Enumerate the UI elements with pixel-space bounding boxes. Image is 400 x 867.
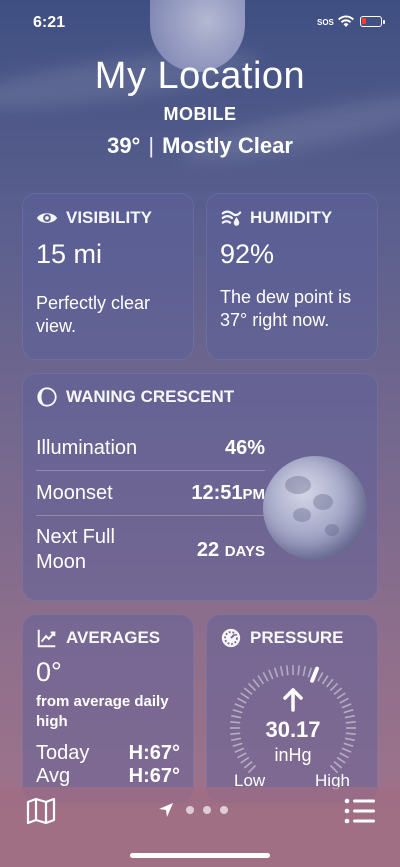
moon-row-label: Illumination (36, 436, 138, 459)
arrow-up-icon (283, 688, 303, 712)
moon-phase-title: WANING CRESCENT (66, 387, 235, 406)
gauge-tick (329, 682, 339, 692)
averages-card[interactable]: AVERAGES 0° from average daily high Toda… (22, 614, 194, 804)
pressure-card[interactable]: PRESSURE 30.17 inHg Low High (206, 614, 378, 804)
gauge-tick (307, 667, 313, 678)
gauge-tick (341, 703, 352, 709)
current-temperature: 39° (107, 133, 141, 158)
gauge-tick (339, 697, 349, 704)
averages-title-row: AVERAGES (36, 627, 180, 649)
gauge-tick (333, 687, 343, 695)
averages-row-today: Today H:67° (36, 742, 180, 765)
visibility-title: VISIBILITY (66, 208, 152, 227)
gauge-tick (317, 672, 324, 682)
moon-image (263, 456, 367, 560)
averages-title: AVERAGES (66, 628, 161, 647)
sublocation: MOBILE (163, 104, 237, 124)
gauge-tick (343, 708, 354, 714)
visibility-card[interactable]: VISIBILITY 15 mi Perfectly clear view. (22, 193, 194, 360)
humidity-card[interactable]: HUMIDITY 92% The dew point is 37° right … (206, 193, 378, 360)
gauge-tick (232, 708, 243, 714)
moon-details: Illumination 46% Moonset 12:51PM Next Fu… (36, 426, 265, 584)
pressure-unit: inHg (274, 745, 312, 765)
page-dot[interactable] (220, 806, 228, 814)
moon-phase-card[interactable]: WANING CRESCENT Illumination 46% Moonset… (22, 373, 378, 601)
home-indicator (130, 853, 270, 858)
moon-row-label: Next Full Moon (36, 526, 115, 573)
location-arrow-icon[interactable] (158, 802, 174, 818)
gauge-tick (243, 687, 253, 695)
moon-row-value: 12:51PM (191, 481, 265, 504)
moon-phase-icon (37, 387, 57, 407)
gauge-tick (234, 703, 245, 709)
map-icon[interactable] (26, 797, 56, 825)
gauge-tick (268, 669, 274, 680)
moon-row-next-full-moon: Next Full Moon 22 DAYS (36, 516, 265, 584)
moon-row-value: 22 DAYS (196, 538, 265, 561)
location-header: My Location MOBILE 39° | Mostly Clear (0, 55, 400, 159)
pressure-title: PRESSURE (250, 628, 344, 647)
humidity-value: 92% (220, 239, 275, 269)
gauge-tick (326, 678, 334, 688)
averages-row-label: Avg (36, 765, 71, 787)
humidity-title-row: HUMIDITY (220, 207, 364, 229)
humidity-description: The dew point is 37° right now. (220, 287, 352, 330)
battery-icon (360, 16, 385, 27)
wifi-icon (338, 15, 354, 27)
gauge-tick (321, 675, 329, 685)
gauge-tick (262, 672, 269, 682)
moon-row-illumination: Illumination 46% (36, 426, 265, 471)
humidity-icon (221, 210, 242, 226)
gauge-icon (221, 628, 241, 648)
current-conditions: 39° | Mostly Clear (0, 133, 400, 159)
gauge-tick (286, 665, 289, 676)
pressure-value: 30.17 (265, 717, 321, 742)
trend-chart-icon (37, 629, 56, 648)
gauge-tick (273, 667, 279, 678)
list-icon[interactable] (344, 798, 376, 824)
gauge-tick (252, 678, 260, 688)
visibility-description: Perfectly clear view. (36, 293, 151, 336)
moon-row-moonset: Moonset 12:51PM (36, 471, 265, 516)
page-dot[interactable] (186, 806, 194, 814)
page-dot[interactable] (203, 806, 211, 814)
gauge-tick (240, 692, 250, 700)
moon-row-label: Moonset (36, 481, 113, 504)
gauge-tick (302, 666, 307, 677)
gauge-tick (257, 675, 265, 685)
location-name: My Location (94, 55, 306, 97)
visibility-value: 15 mi (36, 239, 103, 269)
visibility-title-row: VISIBILITY (36, 207, 180, 229)
gauge-tick (279, 666, 284, 677)
moon-title-row: WANING CRESCENT (36, 386, 364, 408)
gauge-marker (310, 666, 319, 683)
status-bar: 6:21 SOS (0, 0, 400, 44)
page-indicator[interactable] (186, 806, 228, 814)
averages-row-value: H:67° (128, 742, 180, 764)
pressure-title-row: PRESSURE (220, 627, 364, 649)
gauge-tick (237, 697, 247, 704)
bottom-toolbar (0, 787, 400, 867)
averages-note: from average daily high (36, 693, 169, 730)
separator: | (148, 133, 155, 158)
gauge-tick (297, 665, 300, 676)
sos-label: SOS (317, 18, 334, 27)
eye-icon (36, 213, 58, 223)
current-condition: Mostly Clear (162, 133, 293, 158)
averages-row-value: H:67° (128, 765, 180, 787)
status-time: 6:21 (33, 14, 66, 31)
averages-row-label: Today (36, 742, 90, 764)
moon-row-value: 46% (224, 436, 265, 459)
averages-row-avg: Avg H:67° (36, 765, 180, 788)
gauge-tick (336, 692, 346, 700)
gauge-tick (247, 682, 257, 692)
humidity-title: HUMIDITY (250, 208, 333, 227)
averages-value: 0° (36, 657, 62, 687)
